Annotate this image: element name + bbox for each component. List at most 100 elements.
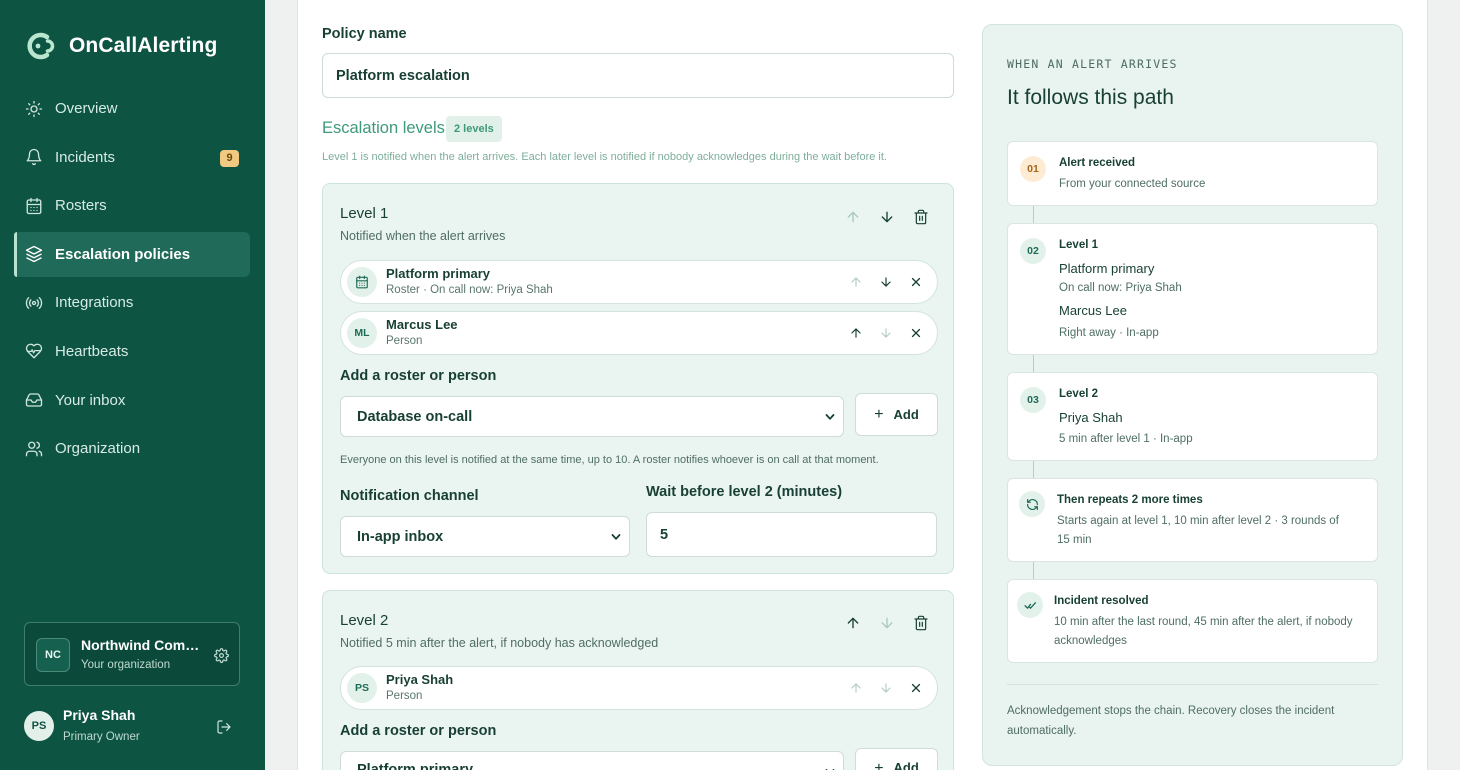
member-subtitle: Person <box>386 335 423 347</box>
step-detail: 15 min <box>1057 534 1092 546</box>
step-title: Level 2 <box>1059 388 1098 400</box>
add-button-label: Add <box>893 407 919 422</box>
add-member-select[interactable]: Database on-call <box>340 396 844 437</box>
step-detail: Starts again at level 1, 10 min after le… <box>1057 515 1339 527</box>
level-title: Level 2 <box>340 612 389 629</box>
move-down-icon[interactable] <box>879 209 895 225</box>
add-member-label: Add a roster or person <box>340 723 497 739</box>
close-icon[interactable] <box>909 681 923 695</box>
member-name: Marcus Lee <box>386 317 458 332</box>
step-detail: Right away · In-app <box>1059 327 1159 339</box>
step-number: 01 <box>1020 156 1046 182</box>
plus-icon: + <box>874 760 884 770</box>
logout-icon[interactable] <box>216 719 232 735</box>
current-user: PS Priya Shah Primary Owner <box>24 703 240 753</box>
flow-step: Incident resolved 10 min after the last … <box>1007 579 1378 663</box>
close-icon[interactable] <box>909 326 923 340</box>
calendar-icon <box>26 197 42 214</box>
escalation-levels-title: Escalation levels <box>322 119 445 137</box>
wait-label: Wait before level 2 (minutes) <box>646 484 843 500</box>
move-down-icon[interactable] <box>879 615 895 631</box>
gear-icon[interactable] <box>214 648 229 663</box>
layers-icon <box>25 246 43 263</box>
move-down-icon[interactable] <box>879 681 893 695</box>
sidebar-item-rosters[interactable]: Rosters <box>14 183 250 228</box>
sidebar-item-escalation-policies[interactable]: Escalation policies <box>14 231 250 277</box>
check-double-icon <box>1023 601 1036 609</box>
flow-kicker: WHEN AN ALERT ARRIVES <box>1007 57 1178 71</box>
calendar-icon <box>356 275 368 289</box>
sun-icon <box>25 100 43 117</box>
step-detail: From your connected source <box>1059 178 1206 190</box>
select-value: Database on-call <box>357 408 473 425</box>
level-subtitle: Notified when the alert arrives <box>340 229 506 243</box>
list-item: PS Priya Shah Person <box>340 666 938 710</box>
member-name: Platform primary <box>386 266 491 281</box>
policy-name-input[interactable] <box>322 53 954 98</box>
add-member-button[interactable]: + Add <box>855 393 938 436</box>
sidebar-item-your-inbox[interactable]: Your inbox <box>14 378 250 423</box>
organization-switcher[interactable]: NC Northwind Com… Your organization <box>24 622 240 686</box>
sidebar-nav: Overview Incidents 9 Rosters Escalation … <box>14 86 250 475</box>
repeat-icon <box>1026 498 1038 510</box>
sidebar-item-organization[interactable]: Organization <box>14 426 250 471</box>
channel-label: Notification channel <box>340 488 479 504</box>
move-down-icon[interactable] <box>879 275 893 289</box>
add-member-label: Add a roster or person <box>340 368 497 384</box>
add-member-select[interactable]: Platform primary <box>340 751 844 770</box>
chevron-down-icon <box>825 413 835 420</box>
sidebar-item-label: Your inbox <box>55 391 126 409</box>
org-name: Northwind Com… <box>81 637 200 653</box>
select-value: Platform primary <box>357 762 474 770</box>
level-1-card: Level 1 Notified when the alert arrives … <box>322 183 954 574</box>
org-avatar: NC <box>36 638 70 672</box>
level-title: Level 1 <box>340 205 389 222</box>
sidebar-item-integrations[interactable]: Integrations <box>14 280 250 325</box>
move-up-icon[interactable] <box>845 209 861 225</box>
level-subtitle: Notified 5 min after the alert, if nobod… <box>340 636 659 650</box>
step-title: Then repeats 2 more times <box>1057 494 1203 506</box>
move-up-icon[interactable] <box>849 681 863 695</box>
add-member-button[interactable]: + Add <box>855 748 938 770</box>
user-role: Primary Owner <box>63 731 140 743</box>
flow-footer-note: Acknowledgement stops the chain. Recover… <box>1007 705 1335 737</box>
step-detail: Platform primary <box>1059 261 1155 276</box>
move-up-icon[interactable] <box>845 615 861 631</box>
sidebar-item-incidents[interactable]: Incidents 9 <box>14 135 250 180</box>
level-2-card: Level 2 Notified 5 min after the alert, … <box>322 590 954 770</box>
wait-minutes-input[interactable] <box>646 512 937 557</box>
move-up-icon[interactable] <box>849 326 863 340</box>
sidebar-item-label: Rosters <box>55 197 107 215</box>
add-button-label: Add <box>893 760 919 770</box>
trash-icon[interactable] <box>913 615 929 631</box>
repeat-step-icon <box>1019 491 1045 517</box>
chevron-down-icon <box>611 533 621 540</box>
brand-logo-icon <box>27 32 55 60</box>
step-number: 02 <box>1020 238 1046 264</box>
incidents-count-badge: 9 <box>220 149 239 167</box>
brand[interactable]: OnCallAlerting <box>25 31 217 61</box>
sidebar: OnCallAlerting Overview Incidents 9 Rost… <box>0 0 265 770</box>
step-title: Incident resolved <box>1054 595 1149 607</box>
flow-step: 01 Alert received From your connected so… <box>1007 141 1378 206</box>
flow-step: Then repeats 2 more times Starts again a… <box>1007 478 1378 562</box>
inbox-icon <box>25 393 43 407</box>
step-detail: acknowledges <box>1054 635 1127 647</box>
move-down-icon[interactable] <box>879 326 893 340</box>
sidebar-item-label: Integrations <box>55 294 134 312</box>
step-number: 03 <box>1020 387 1046 413</box>
member-subtitle: Person <box>386 690 423 702</box>
org-subtitle: Your organization <box>81 659 171 671</box>
trash-icon[interactable] <box>913 209 929 225</box>
step-detail: Priya Shah <box>1059 410 1123 425</box>
sidebar-item-heartbeats[interactable]: Heartbeats <box>14 329 250 374</box>
channel-select[interactable]: In-app inbox <box>340 516 630 557</box>
move-up-icon[interactable] <box>849 275 863 289</box>
sidebar-item-overview[interactable]: Overview <box>14 86 250 131</box>
sidebar-item-label: Incidents <box>55 148 116 166</box>
close-icon[interactable] <box>909 275 923 289</box>
select-value: In-app inbox <box>357 528 444 545</box>
roster-avatar <box>347 267 377 297</box>
users-icon <box>25 441 43 457</box>
level-hint: Everyone on this level is notified at th… <box>340 454 879 466</box>
